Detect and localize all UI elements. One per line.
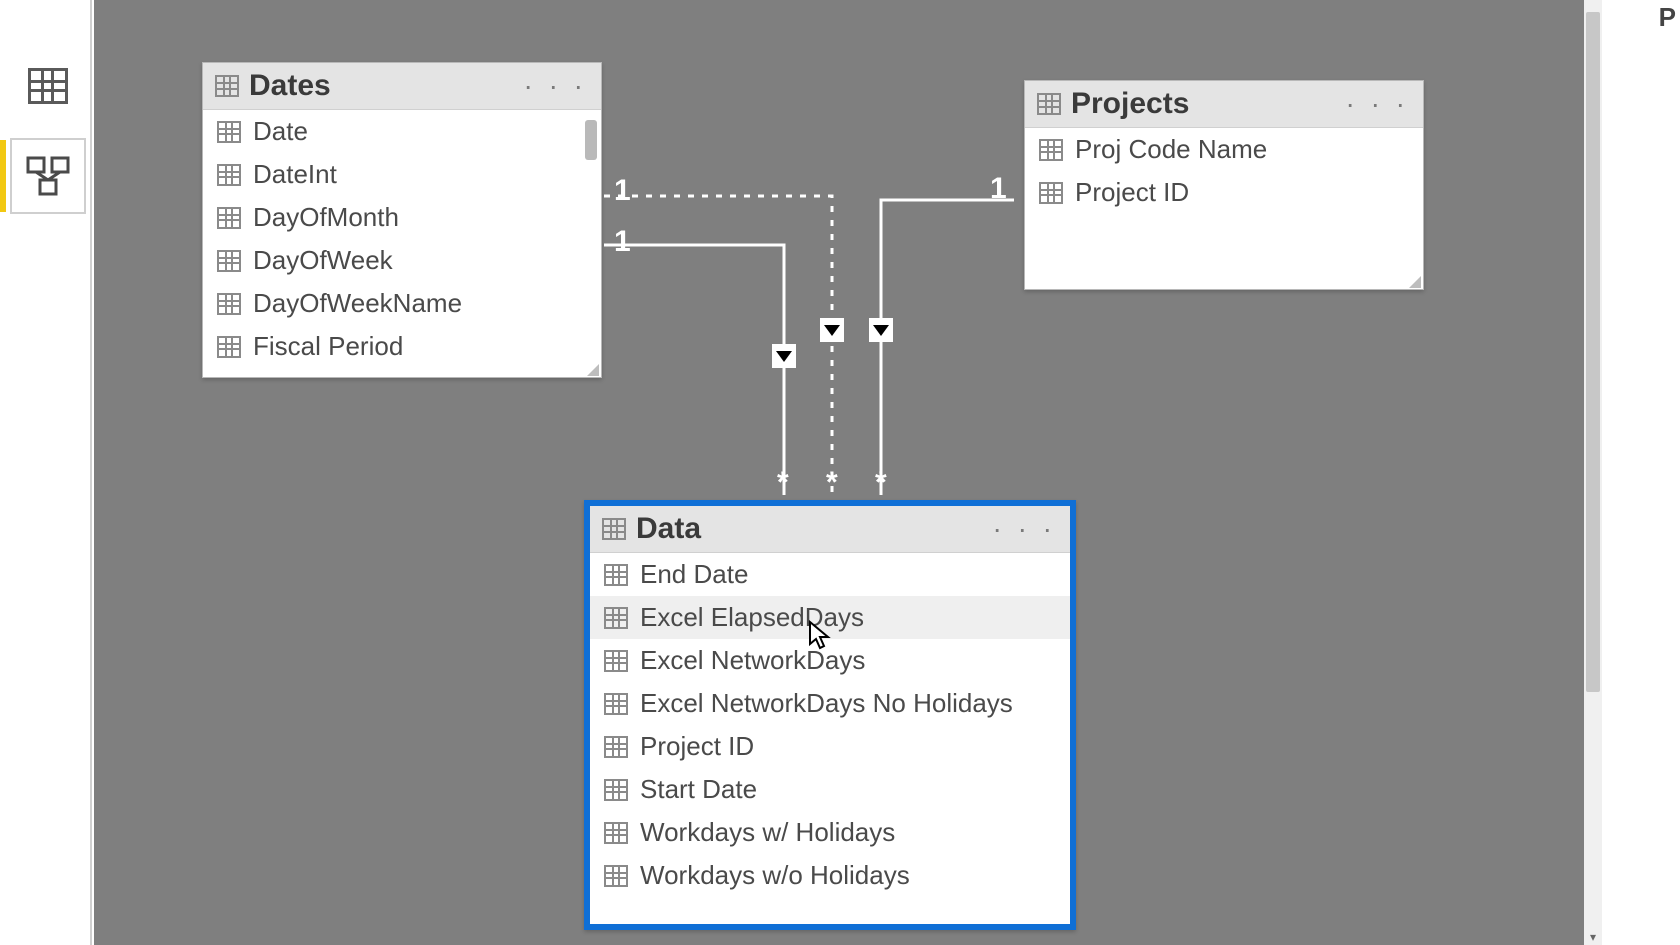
field-list: Proj Code Name Project ID xyxy=(1025,128,1423,288)
field-list: End Date Excel ElapsedDays Excel Network… xyxy=(590,553,1070,897)
column-icon xyxy=(217,121,241,143)
column-icon xyxy=(604,564,628,586)
column-icon xyxy=(217,336,241,358)
column-icon xyxy=(217,207,241,229)
field-list: Date DateInt DayOfMonth DayOfWeek DayOfW… xyxy=(203,110,601,374)
table-projects[interactable]: Projects · · · Proj Code Name Project ID xyxy=(1024,80,1424,290)
field-item[interactable]: End Date xyxy=(590,553,1070,596)
table-icon xyxy=(1037,93,1061,115)
column-icon xyxy=(1039,182,1063,204)
filter-direction-icon xyxy=(869,318,893,342)
column-icon xyxy=(217,250,241,272)
field-item[interactable]: Proj Code Name xyxy=(1025,128,1423,171)
model-view-button[interactable] xyxy=(12,140,84,212)
field-item[interactable]: Fiscal Period xyxy=(203,325,601,368)
scrollbar-thumb[interactable] xyxy=(1586,12,1600,692)
table-data[interactable]: Data · · · End Date Excel ElapsedDays Ex… xyxy=(584,500,1076,930)
column-icon xyxy=(604,779,628,801)
table-title: Dates xyxy=(249,69,519,103)
view-rail xyxy=(0,0,92,945)
table-header[interactable]: Projects · · · xyxy=(1025,81,1423,128)
field-item[interactable]: DayOfWeekName xyxy=(203,282,601,325)
field-item[interactable]: Excel NetworkDays No Holidays xyxy=(590,682,1070,725)
field-item[interactable]: DayOfMonth xyxy=(203,196,601,239)
cardinality-many: * xyxy=(826,466,838,500)
column-icon xyxy=(1039,139,1063,161)
field-item[interactable]: Project ID xyxy=(590,725,1070,768)
column-icon xyxy=(604,693,628,715)
filter-direction-icon xyxy=(772,344,796,368)
more-options-button[interactable]: · · · xyxy=(1341,88,1413,120)
column-icon xyxy=(604,865,628,887)
table-icon xyxy=(28,68,68,104)
cardinality-many: * xyxy=(777,466,789,500)
cardinality-one: 1 xyxy=(614,225,631,259)
more-options-button[interactable]: · · · xyxy=(519,70,591,102)
filter-direction-icon xyxy=(820,318,844,342)
field-item[interactable]: Workdays w/ Holidays xyxy=(590,811,1070,854)
field-item[interactable]: Excel NetworkDays xyxy=(590,639,1070,682)
table-icon xyxy=(215,75,239,97)
column-icon xyxy=(604,822,628,844)
field-item[interactable]: Excel ElapsedDays xyxy=(590,596,1070,639)
table-header[interactable]: Dates · · · xyxy=(203,63,601,110)
canvas-vertical-scrollbar[interactable]: ▾ xyxy=(1584,0,1602,945)
column-icon xyxy=(604,736,628,758)
scroll-down-icon[interactable]: ▾ xyxy=(1584,929,1602,945)
more-options-button[interactable]: · · · xyxy=(988,513,1060,545)
table-icon xyxy=(602,518,626,540)
model-icon xyxy=(26,156,70,196)
model-canvas[interactable]: 1 * 1 * 1 * Dates · · · Date DateInt Day… xyxy=(94,0,1584,945)
field-item[interactable]: Project ID xyxy=(1025,171,1423,214)
cardinality-one: 1 xyxy=(990,172,1007,206)
cardinality-one: 1 xyxy=(614,174,631,208)
column-icon xyxy=(604,607,628,629)
column-icon xyxy=(217,164,241,186)
field-item[interactable]: DateInt xyxy=(203,153,601,196)
column-icon xyxy=(217,293,241,315)
table-title: Projects xyxy=(1071,87,1341,121)
field-item[interactable]: Start Date xyxy=(590,768,1070,811)
column-icon xyxy=(604,650,628,672)
field-item[interactable]: Date xyxy=(203,110,601,153)
data-view-button[interactable] xyxy=(12,50,84,122)
field-item[interactable]: DayOfWeek xyxy=(203,239,601,282)
field-item[interactable]: Workdays w/o Holidays xyxy=(590,854,1070,897)
table-header[interactable]: Data · · · xyxy=(590,506,1070,553)
field-scrollbar[interactable] xyxy=(585,120,597,160)
resize-handle[interactable] xyxy=(1409,275,1421,287)
cardinality-many: * xyxy=(875,466,887,500)
table-dates[interactable]: Dates · · · Date DateInt DayOfMonth DayO… xyxy=(202,62,602,378)
table-title: Data xyxy=(636,512,988,546)
resize-handle[interactable] xyxy=(587,363,599,375)
pane-label-peek: P xyxy=(1659,2,1676,33)
